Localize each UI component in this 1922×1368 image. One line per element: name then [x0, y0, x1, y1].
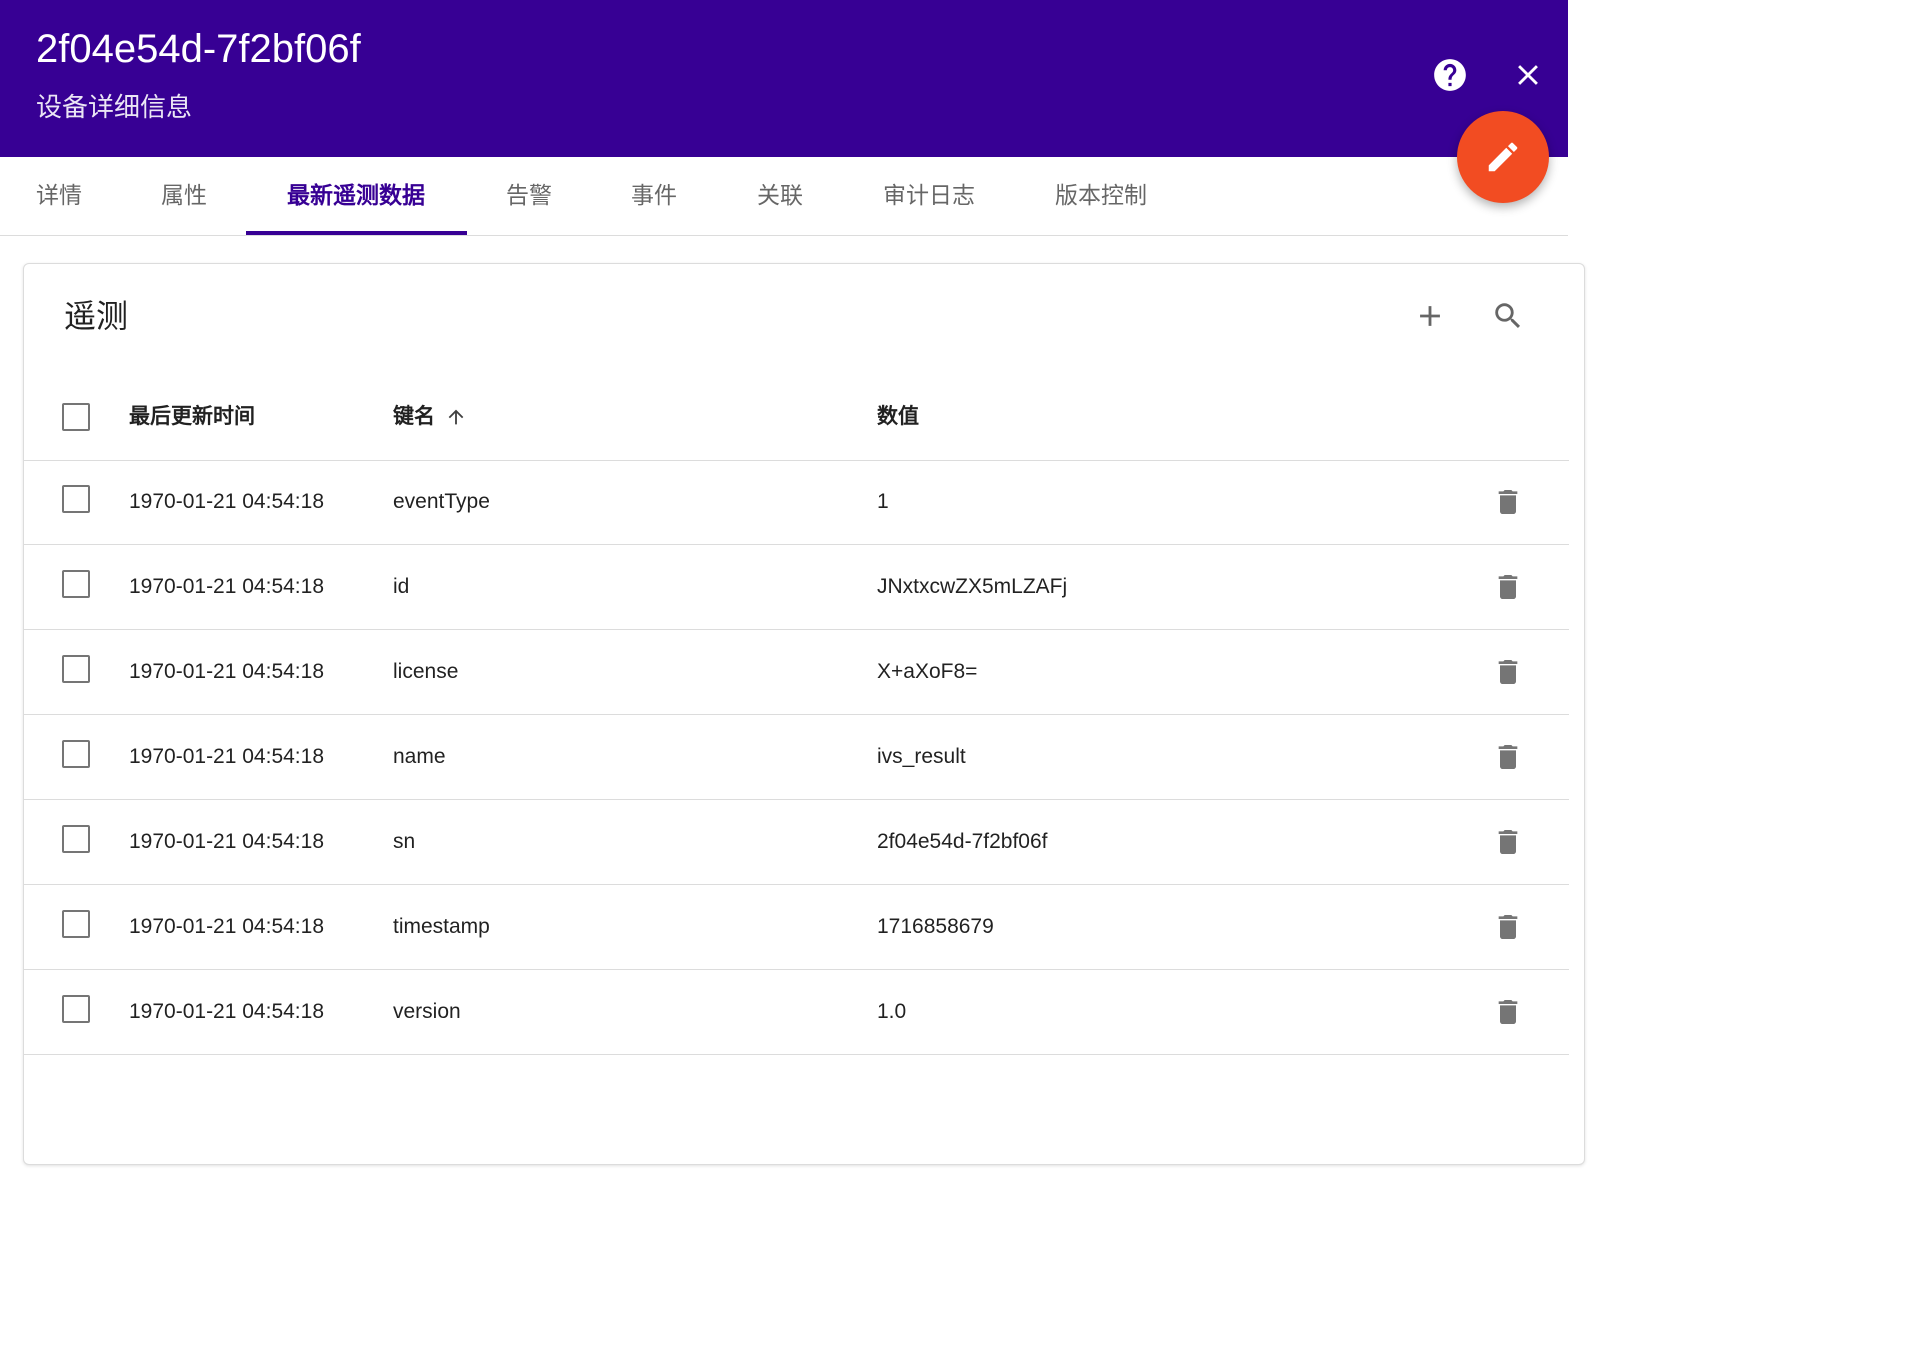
row-checkbox[interactable] — [62, 655, 90, 683]
row-key: timestamp — [393, 915, 490, 938]
column-header-key-label: 键名 — [393, 405, 435, 428]
column-header-key[interactable]: 键名 — [393, 374, 467, 460]
tab-details[interactable]: 详情 — [36, 157, 82, 235]
row-time: 1970-01-21 04:54:18 — [129, 660, 324, 683]
device-title: 2f04e54d-7f2bf06f — [36, 27, 361, 71]
row-value: 2f04e54d-7f2bf06f — [877, 830, 1048, 853]
trash-icon — [1498, 490, 1518, 514]
row-checkbox[interactable] — [62, 910, 90, 938]
row-value: JNxtxcwZX5mLZAFj — [877, 575, 1068, 598]
trash-icon — [1498, 745, 1518, 769]
delete-button[interactable] — [1484, 903, 1532, 951]
search-icon — [1495, 303, 1521, 329]
delete-button[interactable] — [1484, 818, 1532, 866]
row-checkbox[interactable] — [62, 995, 90, 1023]
close-button[interactable] — [1500, 47, 1556, 103]
table-row: 1970-01-21 04:54:18 timestamp 1716858679 — [24, 885, 1569, 970]
edit-fab-button[interactable] — [1457, 111, 1549, 203]
close-icon — [1518, 65, 1538, 85]
tab-version-control[interactable]: 版本控制 — [1055, 157, 1147, 235]
telemetry-title: 遥测 — [64, 298, 129, 334]
row-value: ivs_result — [877, 745, 966, 768]
help-button[interactable] — [1422, 47, 1478, 103]
delete-button[interactable] — [1484, 563, 1532, 611]
telemetry-card: 遥测 最后更新时间 键名 数值 1970-01-21 04:54:18 even… — [23, 263, 1585, 1165]
row-time: 1970-01-21 04:54:18 — [129, 1000, 324, 1023]
row-key: name — [393, 745, 446, 768]
row-value: 1 — [877, 490, 889, 513]
row-key: sn — [393, 830, 416, 853]
table-row: 1970-01-21 04:54:18 id JNxtxcwZX5mLZAFj — [24, 545, 1569, 630]
tab-latest-telemetry[interactable]: 最新遥测数据 — [287, 157, 425, 235]
trash-icon — [1498, 575, 1518, 599]
table-row: 1970-01-21 04:54:18 sn 2f04e54d-7f2bf06f — [24, 800, 1569, 885]
row-checkbox[interactable] — [62, 485, 90, 513]
table-row: 1970-01-21 04:54:18 license X+aXoF8= — [24, 630, 1569, 715]
delete-button[interactable] — [1484, 988, 1532, 1036]
row-checkbox[interactable] — [62, 740, 90, 768]
page-header: 2f04e54d-7f2bf06f 设备详细信息 — [0, 0, 1568, 157]
row-time: 1970-01-21 04:54:18 — [129, 915, 324, 938]
row-value: X+aXoF8= — [877, 660, 978, 683]
trash-icon — [1498, 1000, 1518, 1024]
select-all-checkbox[interactable] — [62, 403, 90, 431]
column-header-time[interactable]: 最后更新时间 — [129, 374, 255, 460]
active-tab-indicator — [246, 231, 467, 235]
row-key: license — [393, 660, 459, 683]
row-time: 1970-01-21 04:54:18 — [129, 490, 324, 513]
device-subtitle: 设备详细信息 — [36, 92, 193, 122]
table-row: 1970-01-21 04:54:18 version 1.0 — [24, 970, 1569, 1055]
trash-icon — [1498, 915, 1518, 939]
delete-button[interactable] — [1484, 733, 1532, 781]
tab-events[interactable]: 事件 — [631, 157, 677, 235]
row-time: 1970-01-21 04:54:18 — [129, 745, 324, 768]
table-row: 1970-01-21 04:54:18 eventType 1 — [24, 460, 1569, 545]
pencil-icon — [1488, 142, 1518, 172]
row-checkbox[interactable] — [62, 570, 90, 598]
row-key: version — [393, 1000, 461, 1023]
column-header-value[interactable]: 数值 — [877, 374, 919, 460]
row-time: 1970-01-21 04:54:18 — [129, 575, 324, 598]
search-button[interactable] — [1484, 292, 1532, 340]
row-value: 1716858679 — [877, 915, 994, 938]
plus-icon — [1420, 306, 1440, 326]
row-key: eventType — [393, 490, 490, 513]
help-circle-icon — [1434, 59, 1466, 91]
tab-attributes[interactable]: 属性 — [161, 157, 207, 235]
delete-button[interactable] — [1484, 478, 1532, 526]
add-telemetry-button[interactable] — [1406, 292, 1454, 340]
row-time: 1970-01-21 04:54:18 — [129, 830, 324, 853]
arrow-up-icon — [448, 409, 464, 425]
table-header: 最后更新时间 键名 数值 — [24, 374, 1569, 461]
trash-icon — [1498, 830, 1518, 854]
delete-button[interactable] — [1484, 648, 1532, 696]
trash-icon — [1498, 660, 1518, 684]
tab-audit-logs[interactable]: 审计日志 — [883, 157, 975, 235]
table-row: 1970-01-21 04:54:18 name ivs_result — [24, 715, 1569, 800]
tab-alarms[interactable]: 告警 — [506, 157, 552, 235]
tab-bar: 详情 属性 最新遥测数据 告警 事件 关联 审计日志 版本控制 — [0, 157, 1568, 236]
row-key: id — [393, 575, 410, 598]
tab-relations[interactable]: 关联 — [757, 157, 803, 235]
row-checkbox[interactable] — [62, 825, 90, 853]
row-value: 1.0 — [877, 1000, 907, 1023]
